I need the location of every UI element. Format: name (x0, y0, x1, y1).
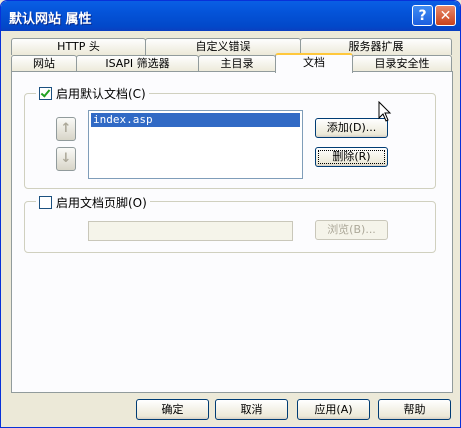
ok-button[interactable]: 确定 (136, 399, 209, 420)
tab-website[interactable]: 网站 (11, 55, 77, 72)
window-title: 默认网站 属性 (9, 12, 92, 27)
tab-isapi-filters[interactable]: ISAPI 筛选器 (76, 55, 199, 72)
browse-button[interactable]: 浏览(B)... (315, 220, 388, 240)
apply-button[interactable]: 应用(A) (297, 399, 370, 420)
move-up-icon[interactable]: ↑ (56, 117, 76, 141)
document-footer-label: 启用文档页脚(O) (56, 196, 147, 210)
list-item[interactable]: index.asp (91, 113, 300, 127)
tab-directory-security[interactable]: 目录安全性 (352, 55, 452, 72)
enable-default-document[interactable]: 启用默认文档(C) (36, 85, 149, 102)
default-document-checkbox[interactable] (39, 87, 52, 100)
cancel-button[interactable]: 取消 (215, 399, 288, 420)
default-document-list[interactable]: index.asp (88, 110, 303, 179)
tab-documents[interactable]: 文档 (275, 53, 353, 73)
tab-http-headers[interactable]: HTTP 头 (11, 38, 146, 55)
help-icon[interactable]: ? (412, 5, 433, 26)
mouse-cursor-icon (378, 101, 392, 122)
close-icon[interactable]: ✕ (435, 5, 456, 26)
default-document-label: 启用默认文档(C) (56, 87, 146, 101)
move-down-icon[interactable]: ↓ (56, 147, 76, 171)
footer-path-input[interactable] (88, 221, 293, 241)
remove-button[interactable]: 删除(R) (315, 147, 388, 167)
properties-dialog: 默认网站 属性 ? ✕ HTTP 头 自定义错误 服务器扩展 网站 ISAPI … (0, 0, 461, 428)
document-footer-checkbox[interactable] (39, 196, 52, 209)
enable-document-footer[interactable]: 启用文档页脚(O) (36, 194, 150, 211)
tab-home-directory[interactable]: 主目录 (198, 55, 276, 72)
help-button[interactable]: 帮助 (378, 399, 451, 420)
title-bar: 默认网站 属性 ? ✕ (1, 1, 460, 31)
